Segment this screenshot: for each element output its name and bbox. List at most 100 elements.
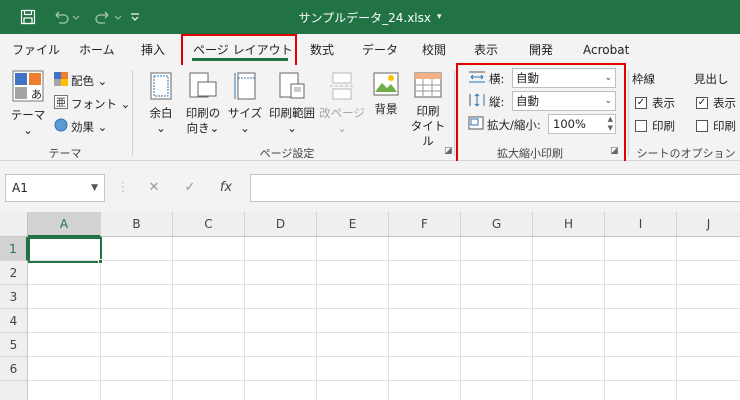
column-header-b[interactable]: B: [101, 212, 173, 237]
row-header-2[interactable]: 2: [0, 261, 28, 285]
background-label: 背景: [374, 102, 398, 116]
column-header-i[interactable]: I: [605, 212, 677, 237]
gridlines-view-checkbox[interactable]: ✓ 表示: [635, 95, 675, 111]
page-setup-launcher-icon[interactable]: ◪: [444, 146, 453, 156]
row-header-4[interactable]: 4: [0, 309, 28, 333]
check-icon: ✓: [696, 97, 708, 109]
column-header-g[interactable]: G: [461, 212, 533, 237]
headings-view-checkbox[interactable]: ✓ 表示: [696, 95, 736, 111]
fonts-icon: 亜: [54, 94, 68, 114]
row-header-6[interactable]: 6: [0, 357, 28, 381]
name-box[interactable]: A1 ▼: [5, 174, 105, 202]
row-header-3[interactable]: 3: [0, 285, 28, 309]
orientation-label-1: 印刷の: [185, 106, 221, 120]
highlight-scale-box: [456, 63, 626, 166]
gridline: [532, 237, 533, 400]
orientation-button[interactable]: 印刷の 向き⌄: [180, 72, 226, 136]
chevron-down-icon[interactable]: ▼: [91, 175, 98, 201]
size-button[interactable]: サイズ ⌄: [226, 72, 264, 136]
column-header-a[interactable]: A: [28, 212, 101, 237]
print-titles-button[interactable]: 印刷 タイトル: [406, 72, 450, 149]
column-header-d[interactable]: D: [245, 212, 317, 237]
tab-acrobat[interactable]: Acrobat: [583, 39, 629, 61]
enter-icon[interactable]: ✓: [176, 174, 204, 202]
headings-print-label: 印刷: [713, 119, 736, 133]
print-titles-label-1: 印刷: [416, 104, 440, 118]
themes-icon: あ: [8, 70, 48, 106]
svg-text:あ: あ: [31, 88, 42, 101]
name-box-value: A1: [12, 181, 28, 195]
title-caret-icon[interactable]: ▾: [437, 12, 442, 22]
fill-handle[interactable]: [98, 259, 103, 264]
ribbon-tabs: ファイル ホーム 挿入 ページ レイアウト 数式 データ 校閲 表示 開発 Ac…: [0, 34, 740, 65]
cancel-icon[interactable]: ✕: [140, 174, 168, 202]
print-titles-icon: [406, 72, 450, 102]
themes-button[interactable]: あ テーマ ⌄: [8, 70, 48, 138]
margins-icon: [142, 72, 180, 104]
headings-view-label: 表示: [713, 96, 736, 110]
active-cell-a1[interactable]: [28, 237, 102, 263]
fonts-button[interactable]: 亜 フォント ⌄: [54, 94, 130, 114]
formula-input[interactable]: [250, 174, 740, 202]
column-header-j[interactable]: J: [677, 212, 740, 237]
column-header-e[interactable]: E: [317, 212, 389, 237]
headings-print-checkbox[interactable]: 印刷: [696, 118, 736, 134]
gridlines-view-label: 表示: [652, 96, 675, 110]
select-all-corner[interactable]: [0, 212, 28, 237]
column-header-h[interactable]: H: [533, 212, 605, 237]
breaks-caret-icon: ⌄: [337, 121, 347, 135]
themes-label: テーマ: [10, 108, 46, 122]
gridline: [28, 260, 740, 261]
tab-view[interactable]: 表示: [474, 39, 498, 61]
background-button[interactable]: 背景: [368, 72, 404, 117]
tab-file[interactable]: ファイル: [12, 39, 60, 61]
tab-formulas[interactable]: 数式: [310, 39, 334, 61]
margins-caret-icon: ⌄: [156, 121, 166, 135]
column-header-f[interactable]: F: [389, 212, 461, 237]
highlight-tab-box: [181, 34, 297, 68]
margins-label: 余白: [149, 106, 173, 120]
insert-function-icon[interactable]: fx: [212, 174, 240, 202]
tab-review[interactable]: 校閲: [422, 39, 446, 61]
gridline: [388, 237, 389, 400]
effects-button[interactable]: 効果 ⌄: [54, 118, 107, 136]
group-separator: [628, 70, 629, 156]
size-icon: [226, 72, 264, 104]
gridlines-heading: 枠線: [632, 72, 655, 86]
tab-insert[interactable]: 挿入: [141, 39, 165, 61]
worksheet-grid[interactable]: [0, 212, 740, 400]
print-area-icon: [266, 72, 318, 104]
gridline: [676, 237, 677, 400]
gridline: [604, 237, 605, 400]
print-titles-label-2: タイトル: [410, 119, 446, 148]
margins-button[interactable]: 余白 ⌄: [142, 72, 180, 136]
colors-icon: [54, 71, 68, 91]
gridline: [28, 356, 740, 357]
size-label: サイズ: [227, 106, 263, 120]
gridline: [460, 237, 461, 400]
row-header-5[interactable]: 5: [0, 333, 28, 357]
print-area-button[interactable]: 印刷範囲 ⌄: [266, 72, 318, 136]
column-header-c[interactable]: C: [173, 212, 245, 237]
size-caret-icon: ⌄: [240, 121, 250, 135]
gridlines-print-checkbox[interactable]: 印刷: [635, 118, 675, 134]
row-header-1[interactable]: 1: [0, 237, 28, 261]
effects-icon: [54, 118, 68, 137]
breaks-icon: [318, 72, 366, 104]
print-area-caret-icon: ⌄: [287, 121, 297, 135]
tab-developer[interactable]: 開発: [529, 39, 553, 61]
breaks-button[interactable]: 改ページ ⌄: [318, 72, 366, 136]
gridline: [316, 237, 317, 400]
svg-text:亜: 亜: [56, 98, 66, 109]
group-label-sheet-options: シートのオプション: [636, 147, 736, 160]
row-header-7[interactable]: [0, 381, 28, 400]
check-icon: ✓: [635, 97, 647, 109]
colors-button[interactable]: 配色 ⌄: [54, 71, 107, 91]
effects-label: 効果 ⌄: [71, 120, 108, 134]
background-icon: [368, 72, 404, 100]
gridline: [172, 237, 173, 400]
gridline: [28, 308, 740, 309]
tab-home[interactable]: ホーム: [79, 39, 115, 61]
gridline: [28, 284, 740, 285]
tab-data[interactable]: データ: [362, 39, 398, 61]
